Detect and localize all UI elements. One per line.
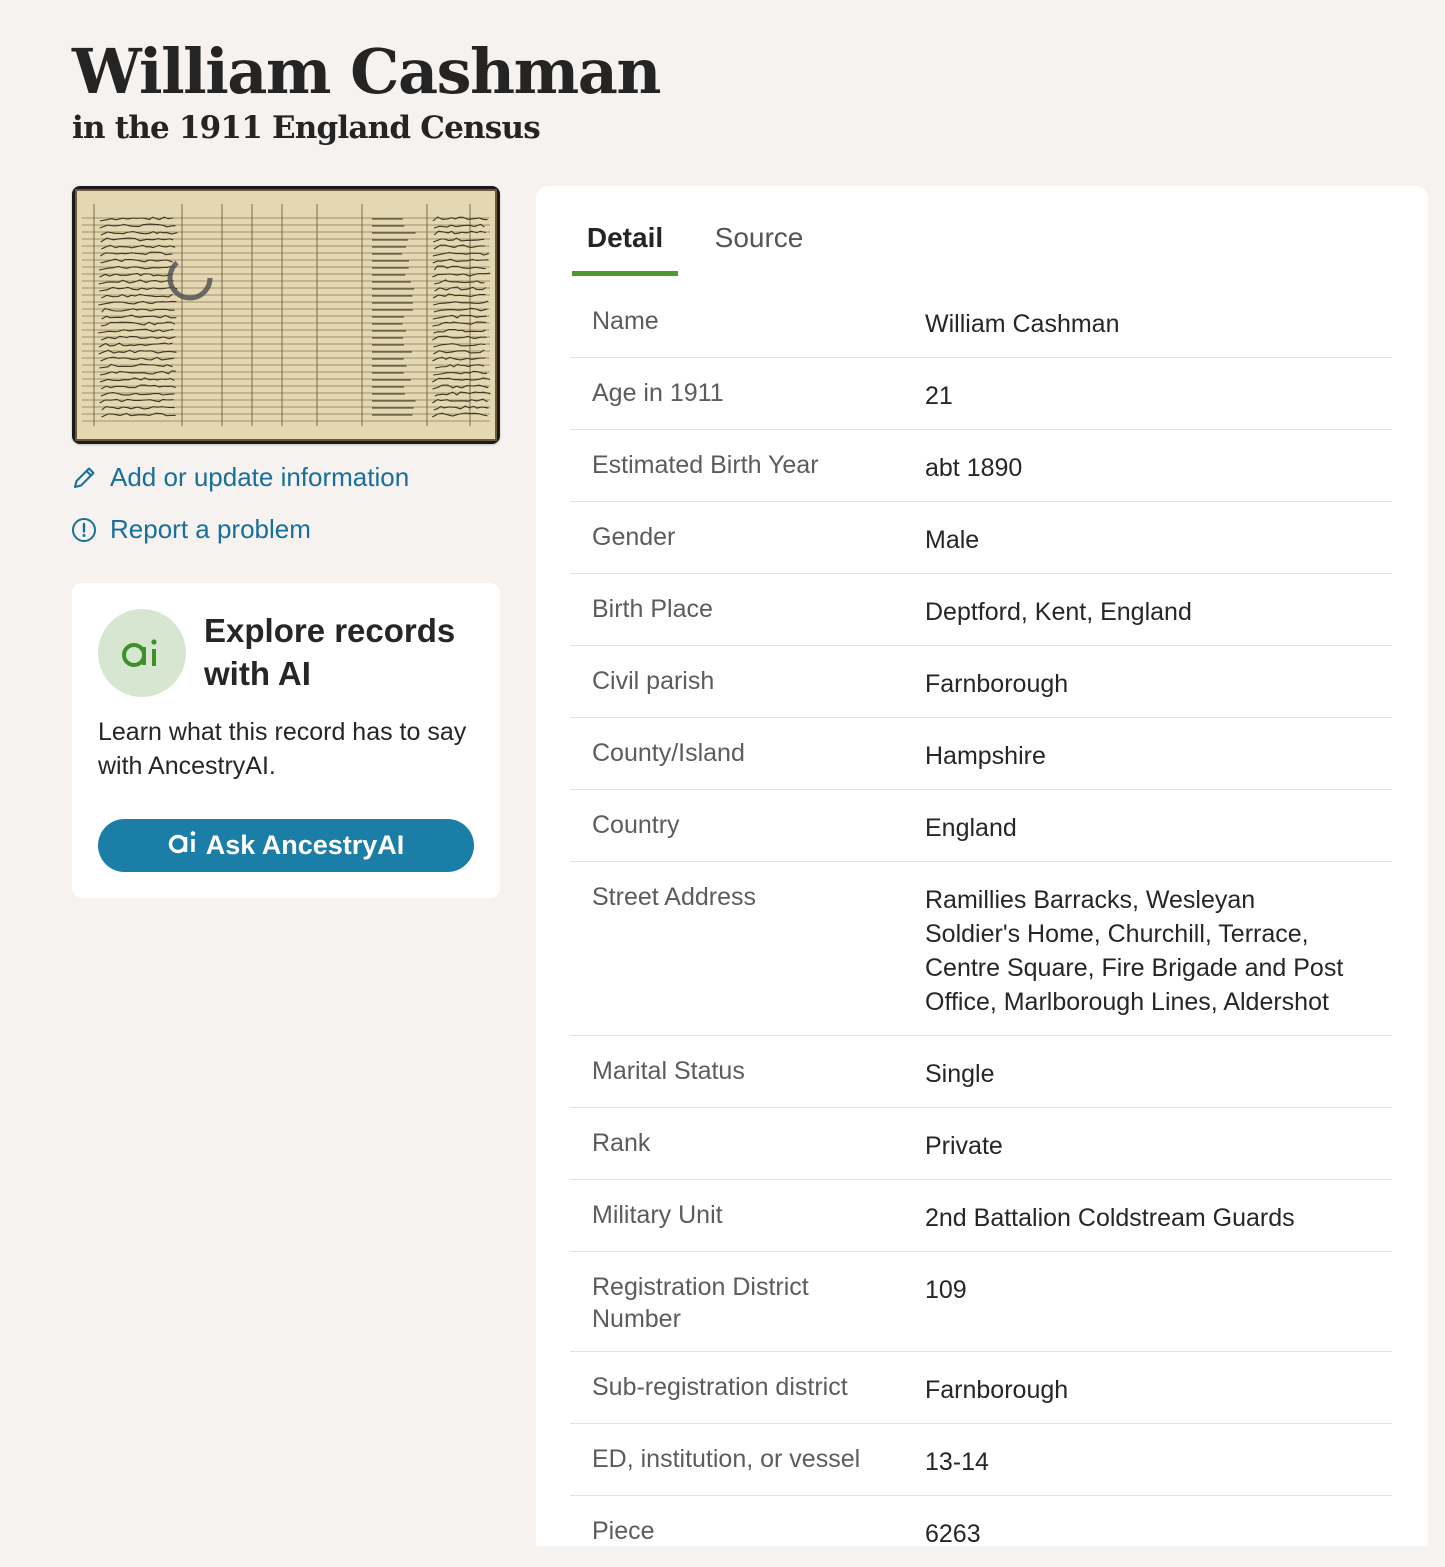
detail-label: Military Unit <box>570 1180 902 1252</box>
detail-value: Ramillies Barracks, Wesleyan Soldier's H… <box>902 862 1392 1036</box>
explore-ai-card: Explore records with AI Learn what this … <box>72 583 500 898</box>
detail-label: Sub-registration district <box>570 1352 902 1424</box>
record-detail-panel: Detail Source NameWilliam CashmanAge in … <box>536 186 1428 1546</box>
detail-row: Estimated Birth Yearabt 1890 <box>570 430 1392 502</box>
ask-ancestry-ai-button[interactable]: Ask AncestryAI <box>98 819 474 872</box>
detail-row: County/IslandHampshire <box>570 718 1392 790</box>
detail-label: Country <box>570 790 902 862</box>
detail-row: Piece6263 <box>570 1496 1392 1567</box>
detail-label: Gender <box>570 502 902 574</box>
detail-row: Age in 191121 <box>570 358 1392 430</box>
detail-value: Farnborough <box>902 646 1392 718</box>
detail-value: 109 <box>902 1252 1392 1352</box>
detail-row: GenderMale <box>570 502 1392 574</box>
pencil-icon <box>70 464 98 492</box>
detail-label: Street Address <box>570 862 902 1036</box>
ai-card-description: Learn what this record has to say with A… <box>98 715 478 783</box>
report-problem-link[interactable]: Report a problem <box>70 514 311 545</box>
detail-row: RankPrivate <box>570 1108 1392 1180</box>
detail-label: Registration District Number <box>570 1252 902 1352</box>
detail-label: Birth Place <box>570 574 902 646</box>
detail-value: Private <box>902 1108 1392 1180</box>
ancestry-ai-logo-icon <box>98 609 186 697</box>
detail-row: Street AddressRamillies Barracks, Wesley… <box>570 862 1392 1036</box>
page-title: William Cashman <box>72 38 660 106</box>
detail-value: 6263 <box>902 1496 1392 1567</box>
detail-label: County/Island <box>570 718 902 790</box>
detail-row: CountryEngland <box>570 790 1392 862</box>
detail-value: Hampshire <box>902 718 1392 790</box>
add-update-info-link[interactable]: Add or update information <box>70 462 409 493</box>
detail-row: Sub-registration districtFarnborough <box>570 1352 1392 1424</box>
ai-logo-icon <box>168 829 200 862</box>
page-subtitle: in the 1911 England Census <box>72 110 540 146</box>
record-image-thumbnail[interactable] <box>72 186 500 444</box>
ask-ancestry-ai-label: Ask AncestryAI <box>206 830 405 861</box>
detail-label: Name <box>570 286 902 358</box>
ai-card-title: Explore records with AI <box>204 609 474 695</box>
detail-table: NameWilliam CashmanAge in 191121Estimate… <box>570 286 1392 1567</box>
detail-value: 21 <box>902 358 1392 430</box>
detail-row: Marital StatusSingle <box>570 1036 1392 1108</box>
detail-value: William Cashman <box>902 286 1392 358</box>
detail-value: abt 1890 <box>902 430 1392 502</box>
detail-label: Age in 1911 <box>570 358 902 430</box>
detail-row: Birth PlaceDeptford, Kent, England <box>570 574 1392 646</box>
add-update-info-label: Add or update information <box>110 462 409 493</box>
detail-value: Farnborough <box>902 1352 1392 1424</box>
detail-row: NameWilliam Cashman <box>570 286 1392 358</box>
tab-source[interactable]: Source <box>712 222 806 276</box>
detail-value: Male <box>902 502 1392 574</box>
detail-value: Deptford, Kent, England <box>902 574 1392 646</box>
detail-row: Civil parishFarnborough <box>570 646 1392 718</box>
detail-label: Civil parish <box>570 646 902 718</box>
detail-value: England <box>902 790 1392 862</box>
report-problem-label: Report a problem <box>110 514 311 545</box>
detail-value: 13-14 <box>902 1424 1392 1496</box>
detail-row: ED, institution, or vessel13-14 <box>570 1424 1392 1496</box>
tab-detail[interactable]: Detail <box>572 222 678 276</box>
detail-label: Piece <box>570 1496 902 1567</box>
alert-circle-icon <box>70 516 98 544</box>
detail-value: 2nd Battalion Coldstream Guards <box>902 1180 1392 1252</box>
detail-label: ED, institution, or vessel <box>570 1424 902 1496</box>
detail-tabs: Detail Source <box>572 222 1392 276</box>
detail-label: Rank <box>570 1108 902 1180</box>
detail-label: Estimated Birth Year <box>570 430 902 502</box>
detail-value: Single <box>902 1036 1392 1108</box>
census-document-image <box>72 186 500 444</box>
detail-row: Registration District Number109 <box>570 1252 1392 1352</box>
detail-label: Marital Status <box>570 1036 902 1108</box>
detail-row: Military Unit2nd Battalion Coldstream Gu… <box>570 1180 1392 1252</box>
